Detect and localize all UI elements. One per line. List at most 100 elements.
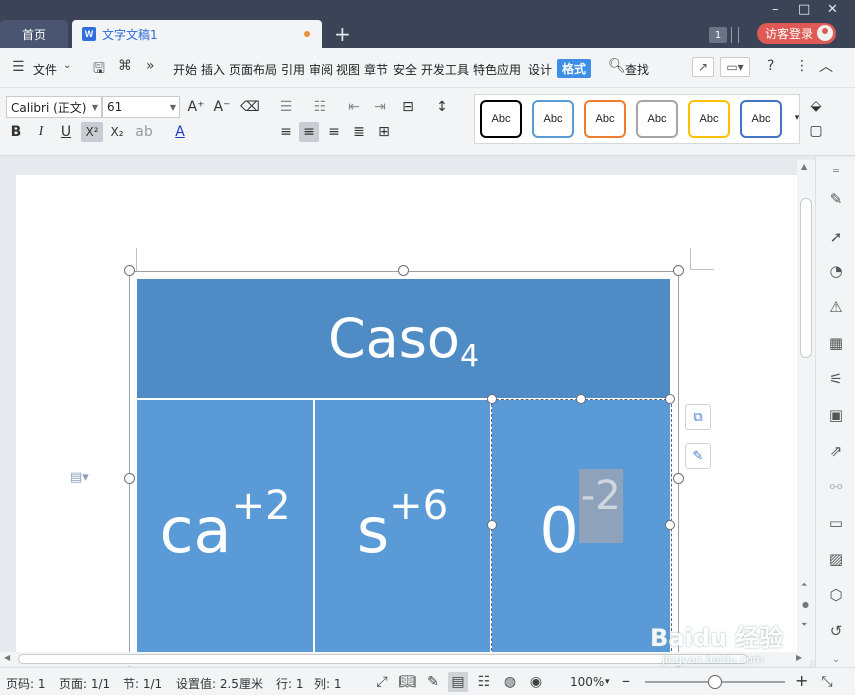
status-page[interactable]: 页面: 1/1 (59, 675, 110, 692)
help-icon[interactable]: ? (767, 58, 774, 74)
paragraph-marker-icon[interactable]: ▤▾ (70, 470, 89, 485)
grow-font-icon[interactable]: A⁺ (186, 97, 206, 117)
table-cell[interactable]: ca +2 (137, 400, 313, 660)
resize-handle[interactable] (487, 394, 497, 404)
paragraph-settings-icon[interactable]: ⊟ (398, 97, 418, 117)
share-icon[interactable]: ⚯ (826, 477, 846, 497)
clear-format-icon[interactable]: ⌫ (240, 97, 260, 117)
style-option[interactable]: Abc (584, 100, 626, 138)
table-icon[interactable]: ▦ (826, 333, 846, 353)
window-count-badge[interactable]: 1 (709, 27, 727, 43)
bullet-list-icon[interactable]: ☰ (276, 97, 296, 117)
line-spacing-icon[interactable]: ↕ (432, 97, 452, 117)
fit-window-icon[interactable]: ⤡ (817, 672, 837, 692)
subscript-button[interactable]: X₂ (106, 122, 128, 142)
shape-outline-icon[interactable]: ▢ (806, 121, 826, 141)
picture-icon[interactable]: ▣ (826, 405, 846, 425)
resize-handle[interactable] (124, 265, 135, 276)
menu-design[interactable]: 设计 (528, 61, 552, 78)
next-page-icon[interactable]: ⏷ (801, 620, 807, 630)
cursor-icon[interactable]: ➚ (826, 227, 846, 247)
numbered-list-icon[interactable]: ☷ (310, 97, 330, 117)
zoom-out-icon[interactable]: – (622, 671, 630, 690)
italic-button[interactable]: I (31, 122, 51, 142)
underline-button[interactable]: U (56, 122, 76, 142)
menu-insert[interactable]: 插入 (201, 61, 225, 78)
style-option[interactable]: Abc (480, 100, 522, 138)
style-option[interactable]: Abc (532, 100, 574, 138)
horizontal-scroll-thumb[interactable] (18, 654, 748, 664)
resize-handle[interactable] (487, 520, 497, 530)
menu-page-layout[interactable]: 页面布局 (229, 61, 277, 78)
menu-view[interactable]: 视图 (336, 61, 360, 78)
shapes-icon[interactable]: ◔ (826, 261, 846, 281)
chevron-down-icon[interactable]: ⌄ (826, 649, 846, 669)
zoom-in-icon[interactable]: + (795, 671, 808, 690)
shield-icon[interactable]: ⬡ (826, 585, 846, 605)
vertical-scroll-thumb[interactable] (800, 198, 812, 358)
menu-developer[interactable]: 开发工具 (421, 61, 469, 78)
resize-handle[interactable] (398, 265, 409, 276)
history-icon[interactable]: ↺ (826, 621, 846, 641)
outline-view-icon[interactable]: ☷ (474, 672, 494, 692)
decrease-indent-icon[interactable]: ⇤ (344, 97, 364, 117)
tab-document[interactable]: W 文字文稿1 (72, 20, 322, 48)
resize-handle[interactable] (576, 394, 586, 404)
share-button[interactable]: ↗ (692, 57, 714, 77)
maximize-button[interactable]: □ (798, 2, 810, 17)
text-effect-icon[interactable]: ab (134, 122, 154, 142)
formula-header-cell[interactable]: Caso 4 (137, 279, 670, 398)
format-painter-icon[interactable]: ⌘ (118, 58, 132, 74)
minimize-button[interactable]: – (772, 2, 779, 17)
guest-login-button[interactable]: 访客登录 (757, 23, 836, 44)
shape-fill-icon[interactable]: ⬙ (806, 96, 826, 116)
settings-sliders-icon[interactable]: ⚟ (826, 369, 846, 389)
resize-handle[interactable] (124, 473, 135, 484)
close-button[interactable]: ✕ (827, 2, 838, 17)
font-color-icon[interactable]: A (170, 122, 190, 142)
web-view-icon[interactable]: ◍ (500, 672, 520, 692)
sidebar-collapse-icon[interactable]: ═ (826, 161, 846, 181)
align-center-icon[interactable]: ≡ (299, 122, 319, 142)
resize-handle[interactable] (665, 394, 675, 404)
align-left-icon[interactable]: ≡ (276, 122, 296, 142)
style-option[interactable]: Abc (636, 100, 678, 138)
collapse-ribbon-icon[interactable]: ︿ (819, 56, 833, 76)
gallery-scroll-icon[interactable]: ▾ (787, 108, 807, 128)
scroll-left-icon[interactable]: ◀ (4, 653, 10, 662)
save-icon[interactable]: 🖫 (93, 58, 105, 82)
scroll-right-icon[interactable]: ▶ (796, 653, 802, 662)
menu-references[interactable]: 引用 (281, 61, 305, 78)
font-name-select[interactable]: Calibri (正文) ▼ (6, 96, 102, 118)
resize-handle[interactable] (673, 473, 684, 484)
browse-object-icon[interactable]: ● (802, 600, 809, 609)
page-view-icon[interactable]: ▤ (448, 672, 468, 692)
chevron-down-icon[interactable]: ▾ (605, 677, 610, 687)
archive-icon[interactable]: ▭ (826, 513, 846, 533)
layout-toggle-button[interactable]: ▭▾ (720, 57, 750, 77)
bold-button[interactable]: B (6, 122, 26, 142)
menu-security[interactable]: 安全 (393, 61, 417, 78)
menu-chapter[interactable]: 章节 (364, 61, 388, 78)
fullscreen-icon[interactable]: ⤢ (372, 672, 392, 692)
menu-features[interactable]: 特色应用 (473, 61, 521, 78)
more-chevron-icon[interactable]: » (146, 58, 155, 74)
zoom-slider-knob[interactable] (708, 675, 722, 689)
new-tab-button[interactable]: + (334, 22, 351, 46)
font-size-select[interactable]: 61 ▼ (102, 96, 180, 118)
status-section[interactable]: 节: 1/1 (123, 675, 162, 692)
more-options-icon[interactable]: ⋮ (795, 58, 809, 74)
status-row[interactable]: 行: 1 (276, 675, 304, 692)
status-page-code[interactable]: 页码: 1 (6, 675, 46, 692)
style-icon[interactable]: ⚠ (826, 297, 846, 317)
search-label[interactable]: 查找 (625, 61, 649, 78)
layout-options-button[interactable]: ⧉ (685, 404, 711, 430)
menu-format[interactable]: 格式 (557, 59, 592, 78)
style-option[interactable]: Abc (688, 100, 730, 138)
status-setting[interactable]: 设置值: 2.5厘米 (176, 675, 263, 692)
style-option[interactable]: Abc (740, 100, 782, 138)
export-icon[interactable]: ⇗ (826, 441, 846, 461)
vertical-scrollbar[interactable]: ▲ ⏶ ● ⏷ (797, 160, 815, 660)
status-col[interactable]: 列: 1 (314, 675, 342, 692)
window-list-icon[interactable] (731, 27, 739, 43)
